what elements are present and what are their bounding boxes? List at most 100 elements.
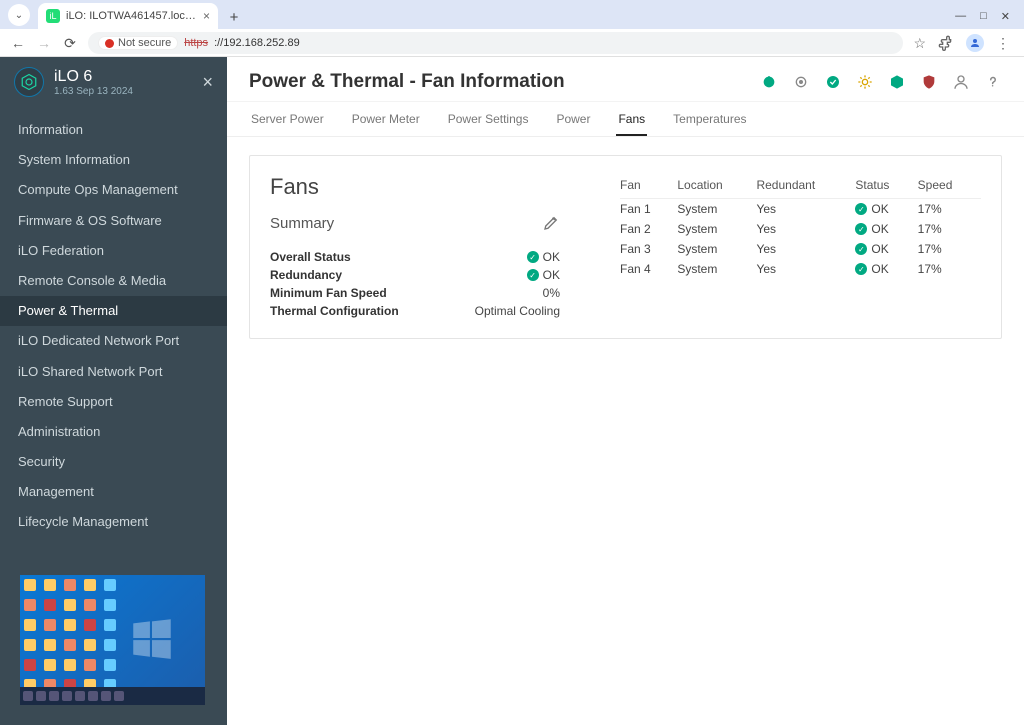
page-header: Power & Thermal - Fan Information (227, 57, 1024, 102)
ok-status-icon (855, 263, 867, 275)
tab-close-icon[interactable]: × (203, 9, 210, 23)
cell-fan: Fan 2 (620, 219, 677, 239)
summary-row: Minimum Fan Speed0% (270, 284, 560, 302)
summary-value: OK (527, 268, 560, 282)
tab-search-button[interactable]: ⌄ (8, 4, 30, 26)
tab-item[interactable]: Server Power (249, 102, 326, 136)
browser-chrome: ⌄ iL iLO: ILOTWA461457.localdomai × + — … (0, 0, 1024, 57)
summary-key: Overall Status (270, 250, 527, 264)
sidebar-collapse-button[interactable]: × (202, 72, 213, 93)
tab-item[interactable]: Power (554, 102, 592, 136)
tab-favicon-icon: iL (46, 9, 60, 23)
window-close-button[interactable]: ✕ (1001, 10, 1010, 23)
sidebar-item[interactable]: Information (0, 115, 227, 145)
user-menu-icon[interactable] (952, 73, 970, 91)
page-tabs: Server Power Power Meter Power Settings Pow… (227, 102, 1024, 137)
table-row: Fan 2SystemYes OK17% (620, 219, 981, 239)
product-version: 1.63 Sep 13 2024 (54, 86, 133, 97)
sidebar-item[interactable]: iLO Dedicated Network Port (0, 326, 227, 356)
summary-key: Redundancy (270, 268, 527, 282)
cell-location: System (677, 239, 756, 259)
page-title: Power & Thermal - Fan Information (249, 71, 565, 93)
sidebar-item[interactable]: Compute Ops Management (0, 175, 227, 205)
sidebar-item[interactable]: Lifecycle Management (0, 507, 227, 537)
ok-status-icon (527, 251, 539, 263)
tab-item[interactable]: Temperatures (671, 102, 748, 136)
cell-fan: Fan 4 (620, 259, 677, 279)
main-content: Power & Thermal - Fan Information Server… (227, 57, 1024, 725)
security-status-icon[interactable] (920, 73, 938, 91)
ok-status-icon (855, 223, 867, 235)
table-header: Location (677, 174, 756, 199)
browser-menu-button[interactable]: ⋮ (996, 35, 1010, 52)
cell-location: System (677, 199, 756, 220)
window-maximize-button[interactable]: □ (980, 10, 987, 23)
edit-icon[interactable] (542, 214, 560, 232)
cell-redundant: Yes (756, 219, 855, 239)
browser-addressbar: ← → ⟳ Not secure https://192.168.252.89 … (0, 29, 1024, 57)
power-status-icon[interactable] (760, 73, 778, 91)
sidebar-item[interactable]: Management (0, 477, 227, 507)
profile-avatar-icon[interactable] (966, 34, 984, 52)
url-input[interactable]: Not secure https://192.168.252.89 (88, 32, 903, 54)
tab-item[interactable]: Power Meter (350, 102, 422, 136)
ok-status-icon (527, 269, 539, 281)
cell-status: OK (855, 199, 917, 219)
nav-back-button[interactable]: ← (10, 35, 26, 51)
tab-item[interactable]: Power Settings (446, 102, 531, 136)
cell-speed: 17% (918, 259, 981, 279)
window-controls: — □ ✕ (955, 10, 1024, 29)
sidebar-item[interactable]: Remote Support (0, 387, 227, 417)
tab-item[interactable]: Fans (616, 102, 647, 136)
cell-status: OK (855, 239, 917, 259)
app-root: iLO 6 1.63 Sep 13 2024 × InformationSyst… (0, 57, 1024, 725)
table-row: Fan 1SystemYes OK17% (620, 199, 981, 220)
url-text: ://192.168.252.89 (214, 37, 300, 49)
sidebar-item[interactable]: Remote Console & Media (0, 266, 227, 296)
aggregate-health-icon[interactable] (888, 73, 906, 91)
panel-heading: Fans (270, 174, 560, 200)
sidebar-item[interactable]: iLO Shared Network Port (0, 357, 227, 387)
sidebar-item[interactable]: System Information (0, 145, 227, 175)
extensions-icon[interactable] (938, 35, 954, 51)
cell-location: System (677, 219, 756, 239)
uid-status-icon[interactable] (792, 73, 810, 91)
new-tab-button[interactable]: + (224, 9, 244, 29)
bookmark-star-icon[interactable]: ☆ (913, 35, 926, 52)
summary-label: Summary (270, 215, 334, 232)
cell-redundant: Yes (756, 239, 855, 259)
sidebar-item[interactable]: Administration (0, 417, 227, 447)
summary-value: Optimal Cooling (475, 304, 560, 318)
nav-reload-button[interactable]: ⟳ (62, 35, 78, 52)
health-status-icon[interactable] (824, 73, 842, 91)
sidebar-item[interactable]: Security (0, 447, 227, 477)
cell-status: OK (855, 219, 917, 239)
table-header: Speed (918, 174, 981, 199)
component-status-icon[interactable] (856, 73, 874, 91)
help-icon[interactable] (984, 73, 1002, 91)
summary-heading-row: Summary (270, 214, 560, 232)
table-header: Status (855, 174, 917, 199)
summary-row: Thermal ConfigurationOptimal Cooling (270, 302, 560, 320)
ok-status-icon (855, 243, 867, 255)
remote-console-thumbnail[interactable] (20, 575, 205, 705)
summary-row: Overall Status OK (270, 248, 560, 266)
not-secure-label: Not secure (118, 37, 171, 49)
cell-speed: 17% (918, 219, 981, 239)
cell-fan: Fan 1 (620, 199, 677, 220)
browser-tab[interactable]: iL iLO: ILOTWA461457.localdomai × (38, 3, 218, 29)
sidebar-item[interactable]: Firmware & OS Software (0, 206, 227, 236)
window-minimize-button[interactable]: — (955, 10, 966, 23)
sidebar-item[interactable]: Power & Thermal (0, 296, 227, 326)
summary-value: OK (527, 250, 560, 264)
nav-forward-button[interactable]: → (36, 35, 52, 51)
sidebar-header: iLO 6 1.63 Sep 13 2024 × (0, 57, 227, 109)
fan-table-column: FanLocationRedundantStatusSpeed Fan 1Sys… (620, 174, 981, 320)
sidebar-item[interactable]: iLO Federation (0, 236, 227, 266)
not-secure-icon (105, 39, 114, 48)
cell-location: System (677, 259, 756, 279)
sidebar-nav: InformationSystem InformationCompute Ops… (0, 109, 227, 538)
summary-row: Redundancy OK (270, 266, 560, 284)
not-secure-chip[interactable]: Not secure (98, 36, 178, 50)
fan-table: FanLocationRedundantStatusSpeed Fan 1Sys… (620, 174, 981, 279)
